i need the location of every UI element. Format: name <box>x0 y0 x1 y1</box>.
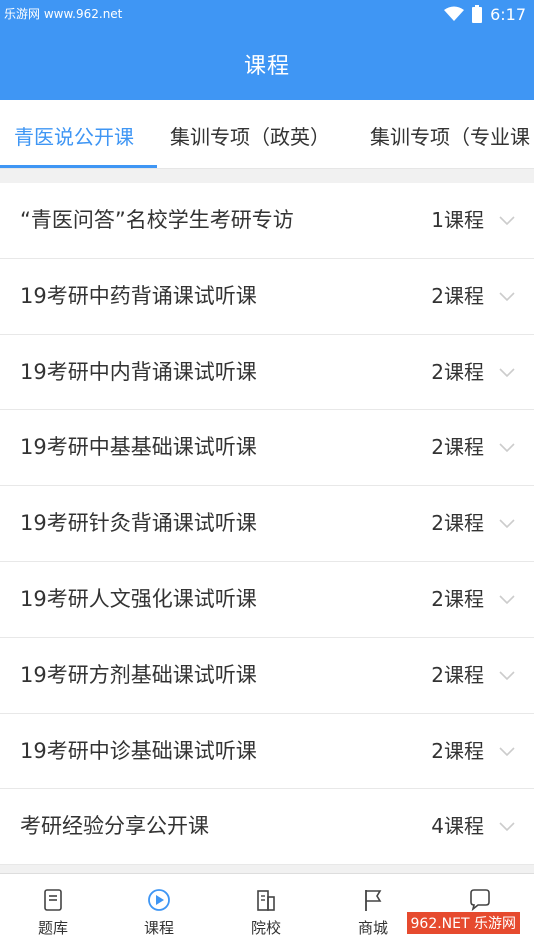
course-count: 2课程 <box>431 738 484 763</box>
nav-item-schools[interactable]: 院校 <box>213 874 319 949</box>
course-row[interactable]: 19考研中诊基础课试听课 2课程 <box>0 714 534 790</box>
nav-label: 商城 <box>357 919 388 937</box>
app-header: 课程 <box>0 28 534 100</box>
chevron-down-icon[interactable] <box>498 363 516 381</box>
course-list: “青医问答”名校学生考研专访 1课程 19考研中药背诵课试听课 2课程 19考研… <box>0 183 534 866</box>
course-title: 19考研中基基础课试听课 <box>20 435 257 460</box>
document-icon <box>44 889 62 911</box>
battery-icon <box>472 5 483 23</box>
tab-public-course[interactable]: 青医说公开课 <box>14 100 134 170</box>
chevron-down-icon[interactable] <box>498 211 516 229</box>
course-title: 19考研针灸背诵课试听课 <box>20 511 257 536</box>
play-circle-icon <box>148 889 170 911</box>
course-count: 2课程 <box>431 435 484 460</box>
course-row[interactable]: 19考研针灸背诵课试听课 2课程 <box>0 486 534 562</box>
nav-item-question-bank[interactable]: 题库 <box>0 874 106 949</box>
tab-training-major[interactable]: 集训专项（专业课 <box>370 100 530 170</box>
course-count: 2课程 <box>431 511 484 536</box>
course-count: 4课程 <box>431 814 484 839</box>
wifi-icon <box>444 6 465 21</box>
tab-training-politics-english[interactable]: 集训专项（政英） <box>170 100 330 170</box>
flag-icon <box>365 890 382 911</box>
course-row[interactable]: 19考研中药背诵课试听课 2课程 <box>0 259 534 335</box>
tab-label: 集训专项（政英） <box>170 124 330 149</box>
nav-label: 院校 <box>250 919 281 937</box>
watermark-text: 乐游网 www.962.net <box>4 7 123 21</box>
course-row[interactable]: “青医问答”名校学生考研专访 1课程 <box>0 183 534 259</box>
nav-label: 题库 <box>37 919 68 937</box>
chevron-down-icon[interactable] <box>498 287 516 305</box>
nav-item-courses[interactable]: 课程 <box>106 874 212 949</box>
course-count: 2课程 <box>431 662 484 687</box>
course-title: 19考研中诊基础课试听课 <box>20 738 257 763</box>
watermark-badge-text: 962.NET 乐游网 <box>406 912 520 934</box>
chevron-down-icon[interactable] <box>498 438 516 456</box>
chevron-down-icon[interactable] <box>498 817 516 835</box>
course-title: 19考研中内背诵课试听课 <box>20 359 257 384</box>
tab-bar: 青医说公开课 集训专项（政英） 集训专项（专业课 <box>0 100 534 170</box>
nav-label: 课程 <box>143 919 174 937</box>
status-bar: 乐游网 www.962.net 6:17 <box>0 0 534 28</box>
course-row[interactable]: 考研经验分享公开课 4课程 <box>0 789 534 866</box>
course-title: 19考研人文强化课试听课 <box>20 586 257 611</box>
course-count: 2课程 <box>431 283 484 308</box>
chevron-down-icon[interactable] <box>498 514 516 532</box>
course-title: “青医问答”名校学生考研专访 <box>20 208 294 232</box>
status-icons: 6:17 <box>444 4 526 24</box>
course-title: 19考研方剂基础课试听课 <box>20 662 257 687</box>
page-title: 课程 <box>243 54 290 79</box>
course-title: 考研经验分享公开课 <box>20 814 209 839</box>
course-count: 2课程 <box>431 359 484 384</box>
tab-label: 青医说公开课 <box>14 124 134 149</box>
course-title: 19考研中药背诵课试听课 <box>20 283 257 308</box>
status-time: 6:17 <box>490 4 526 24</box>
course-count: 1课程 <box>431 208 484 232</box>
watermark-logo: 962.NET 乐游网 <box>398 890 530 942</box>
chevron-down-icon[interactable] <box>498 666 516 684</box>
tab-label: 集训专项（专业课 <box>370 124 530 149</box>
course-row[interactable]: 19考研中内背诵课试听课 2课程 <box>0 335 534 411</box>
course-count: 2课程 <box>431 586 484 611</box>
chevron-down-icon[interactable] <box>498 742 516 760</box>
course-row[interactable]: 19考研方剂基础课试听课 2课程 <box>0 638 534 714</box>
building-icon <box>257 890 275 911</box>
course-row[interactable]: 19考研人文强化课试听课 2课程 <box>0 562 534 638</box>
chevron-down-icon[interactable] <box>498 590 516 608</box>
course-row[interactable]: 19考研中基基础课试听课 2课程 <box>0 410 534 487</box>
